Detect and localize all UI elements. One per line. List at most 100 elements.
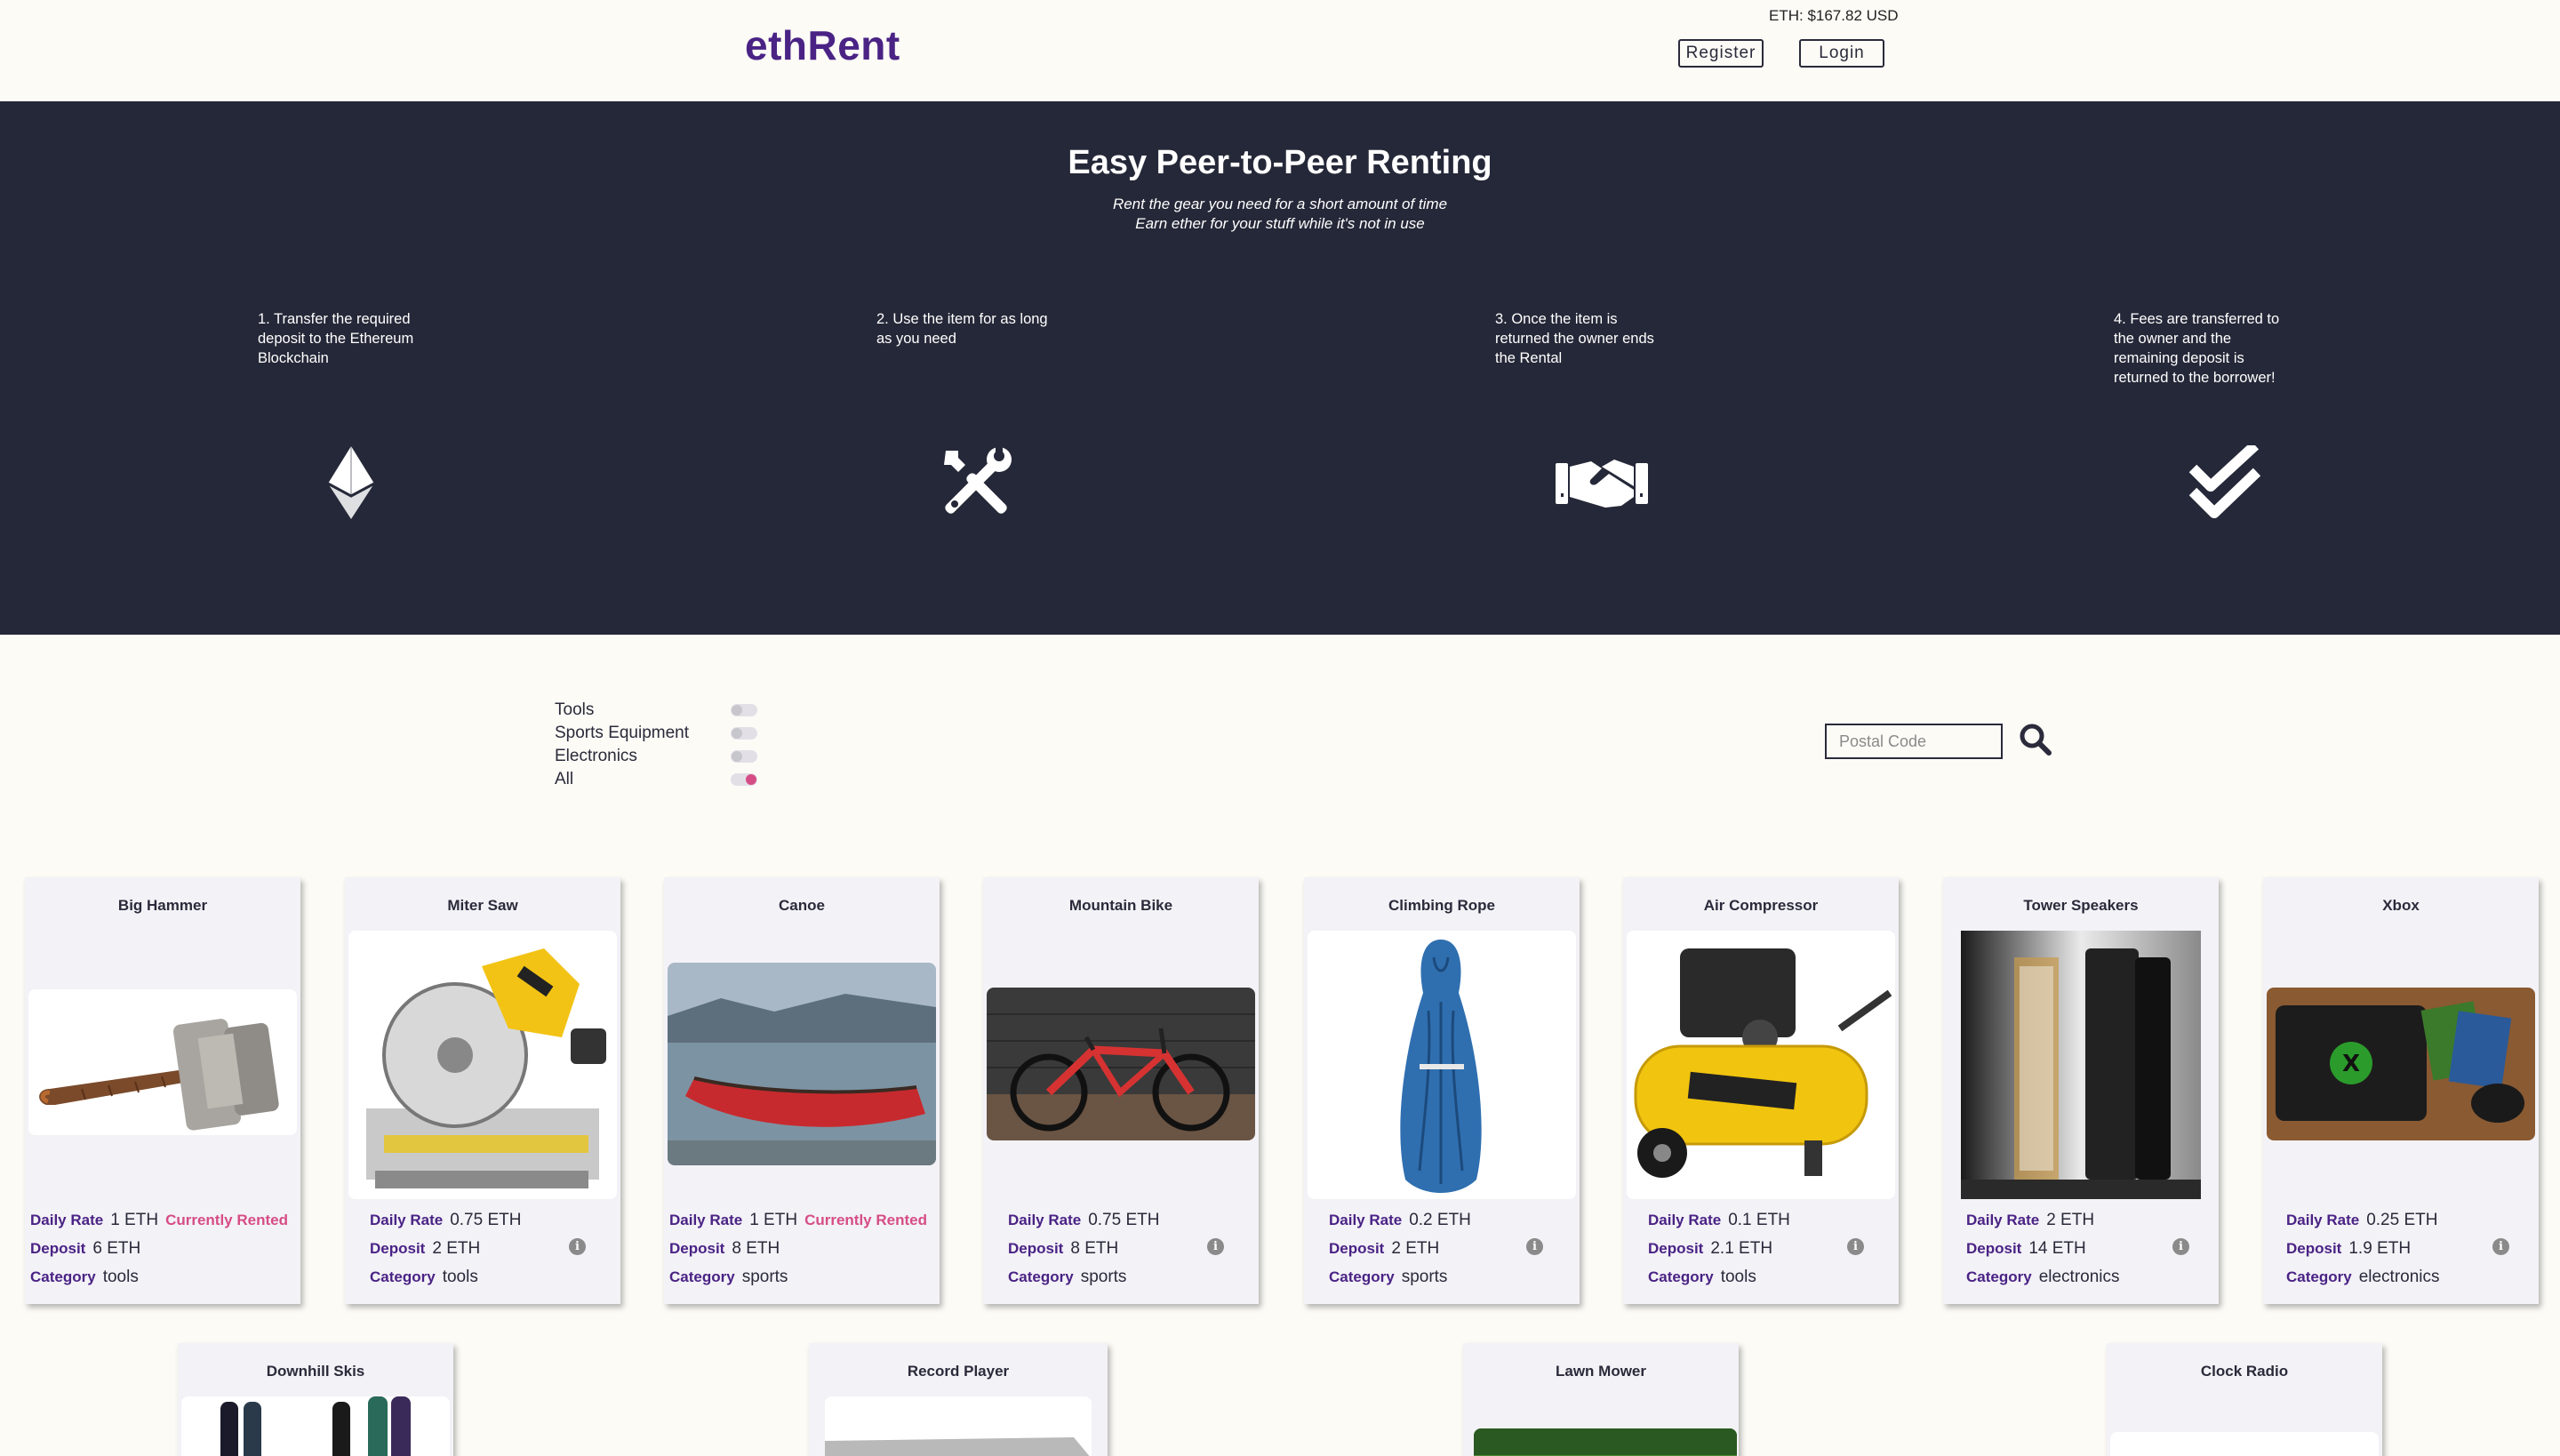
item-image[interactable] xyxy=(1308,931,1576,1199)
deposit-label: Deposit xyxy=(30,1240,86,1257)
tools-icon xyxy=(923,434,1029,532)
hero-title: Easy Peer-to-Peer Renting xyxy=(1068,144,1492,181)
deposit-value: 2.1 ETH xyxy=(1710,1239,1773,1258)
filter-electronics: Electronics xyxy=(555,747,768,770)
item-image[interactable] xyxy=(987,988,1255,1140)
filter-tools: Tools xyxy=(555,700,768,724)
item-card[interactable]: Downhill Skis xyxy=(178,1343,453,1456)
info-icon[interactable]: i xyxy=(2172,1238,2189,1255)
daily-rate-label: Daily Rate xyxy=(2286,1212,2360,1228)
double-check-icon xyxy=(2172,434,2278,532)
deposit-value: 8 ETH xyxy=(1070,1239,1119,1258)
rented-status: Currently Rented xyxy=(165,1212,288,1228)
svg-text:X: X xyxy=(2342,1051,2360,1077)
category-label: Category xyxy=(1966,1268,2032,1285)
daily-rate-value: 0.75 ETH xyxy=(450,1211,522,1229)
category-label: Category xyxy=(30,1268,96,1285)
category-value: sports xyxy=(1401,1268,1448,1286)
info-icon[interactable]: i xyxy=(1847,1238,1864,1255)
electronics-toggle[interactable] xyxy=(731,750,757,763)
deposit-label: Deposit xyxy=(669,1240,725,1257)
item-card[interactable]: Miter Saw Daily Rate 0.75 ETH Deposit 2 ET… xyxy=(345,877,620,1304)
deposit-value: 2 ETH xyxy=(432,1239,481,1258)
daily-rate-value: 0.25 ETH xyxy=(2366,1211,2438,1229)
info-icon[interactable]: i xyxy=(1526,1238,1543,1255)
item-image[interactable] xyxy=(1627,931,1895,1199)
item-details: Daily Rate 0.2 ETH Deposit 2 ETH Category s… xyxy=(1329,1206,1471,1292)
item-details: Daily Rate 2 ETH Deposit 14 ETH Category el… xyxy=(1966,1206,2120,1292)
deposit-value: 14 ETH xyxy=(2028,1239,2086,1258)
daily-rate-label: Daily Rate xyxy=(30,1212,104,1228)
deposit-label: Deposit xyxy=(370,1240,426,1257)
step-4-text: 4. Fees are transferred to the owner and… xyxy=(2114,311,2280,386)
item-card[interactable]: Big Hammer Daily Rate 1 ETH Currently Rent… xyxy=(25,877,300,1304)
item-card[interactable]: Record Player xyxy=(809,1343,1108,1456)
deposit-label: Deposit xyxy=(1648,1240,1704,1257)
item-title: Mountain Bike xyxy=(1068,897,1173,914)
item-card[interactable]: Tower Speakers Daily Rate 2 ETH Deposit 14… xyxy=(1943,877,2219,1304)
item-image[interactable] xyxy=(2110,1432,2379,1456)
item-card[interactable]: Xbox X Daily Rate 0.25 ETH Deposit 1.9 ETH… xyxy=(2263,877,2539,1304)
item-details: Daily Rate 1 ETH Currently Rented Deposit 8… xyxy=(669,1206,927,1292)
item-card[interactable]: Clock Radio xyxy=(2107,1343,2382,1456)
item-image[interactable] xyxy=(348,931,617,1199)
item-card[interactable]: Canoe Daily Rate 1 ETH Currently Rented De… xyxy=(664,877,940,1304)
daily-rate-value: 0.75 ETH xyxy=(1088,1211,1160,1229)
login-button[interactable]: Login xyxy=(1799,39,1884,68)
info-icon[interactable]: i xyxy=(569,1238,586,1255)
item-image[interactable] xyxy=(1474,1428,1737,1456)
deposit-label: Deposit xyxy=(2286,1240,2342,1257)
daily-rate-value: 0.1 ETH xyxy=(1728,1211,1790,1229)
filter-sports: Sports Equipment xyxy=(555,724,768,747)
deposit-value: 8 ETH xyxy=(732,1239,780,1258)
item-details: Daily Rate 0.75 ETH Deposit 2 ETH Category… xyxy=(370,1206,521,1292)
item-image[interactable] xyxy=(668,963,936,1165)
tools-toggle[interactable] xyxy=(731,704,757,716)
toggle-knob xyxy=(732,728,742,739)
daily-rate-value: 2 ETH xyxy=(2046,1211,2095,1229)
item-title: Canoe xyxy=(779,897,825,914)
daily-rate-label: Daily Rate xyxy=(370,1212,444,1228)
category-label: Category xyxy=(1648,1268,1714,1285)
item-image[interactable]: X xyxy=(2267,988,2535,1140)
item-title: Downhill Skis xyxy=(266,1363,365,1380)
item-title: Air Compressor xyxy=(1703,897,1819,914)
info-icon[interactable]: i xyxy=(2492,1238,2509,1255)
daily-rate-label: Daily Rate xyxy=(1648,1212,1722,1228)
logo[interactable]: ethRent xyxy=(745,21,900,69)
filter-label: Electronics xyxy=(555,747,637,765)
item-details: Daily Rate 0.75 ETH Deposit 8 ETH Category… xyxy=(1008,1206,1159,1292)
deposit-label: Deposit xyxy=(1966,1240,2022,1257)
info-icon[interactable]: i xyxy=(1207,1238,1224,1255)
category-value: tools xyxy=(102,1268,139,1286)
all-toggle[interactable] xyxy=(731,773,757,786)
step-2-text: 2. Use the item for as long as you need xyxy=(876,311,1048,347)
item-details: Daily Rate 0.25 ETH Deposit 1.9 ETH Catego… xyxy=(2286,1206,2440,1292)
sports-toggle[interactable] xyxy=(731,727,757,740)
item-card[interactable]: Air Compressor Daily Rate 0.1 ETH Deposit… xyxy=(1623,877,1899,1304)
item-card[interactable]: Lawn Mower xyxy=(1463,1343,1739,1456)
daily-rate-label: Daily Rate xyxy=(1008,1212,1082,1228)
item-image[interactable] xyxy=(1961,931,2201,1199)
category-value: electronics xyxy=(2358,1268,2440,1286)
site-header: ethRent ETH: $167.82 USD Register Login xyxy=(0,0,2560,101)
category-label: Category xyxy=(1008,1268,1074,1285)
category-value: electronics xyxy=(2038,1268,2120,1286)
register-button[interactable]: Register xyxy=(1678,39,1764,68)
item-title: Record Player xyxy=(907,1363,1010,1380)
deposit-value: 1.9 ETH xyxy=(2348,1239,2412,1258)
item-card[interactable]: Climbing Rope Daily Rate 0.2 ETH Deposit 2… xyxy=(1304,877,1580,1304)
search-icon[interactable] xyxy=(2018,722,2053,757)
item-title: Xbox xyxy=(2382,897,2420,914)
item-title: Big Hammer xyxy=(117,897,208,914)
item-title: Tower Speakers xyxy=(2023,897,2139,914)
handshake-icon xyxy=(1548,434,1655,532)
item-image[interactable] xyxy=(28,989,297,1135)
item-details: Daily Rate 1 ETH Currently Rented Deposit 6… xyxy=(30,1206,288,1292)
step-3-text: 3. Once the item is returned the owner e… xyxy=(1495,311,1654,366)
category-label: Category xyxy=(669,1268,735,1285)
item-image[interactable] xyxy=(181,1396,450,1456)
postal-code-input[interactable] xyxy=(1825,724,2003,759)
item-card[interactable]: Mountain Bike Daily Rate 0.75 ETH Deposit… xyxy=(983,877,1259,1304)
item-image[interactable] xyxy=(825,1396,1092,1456)
